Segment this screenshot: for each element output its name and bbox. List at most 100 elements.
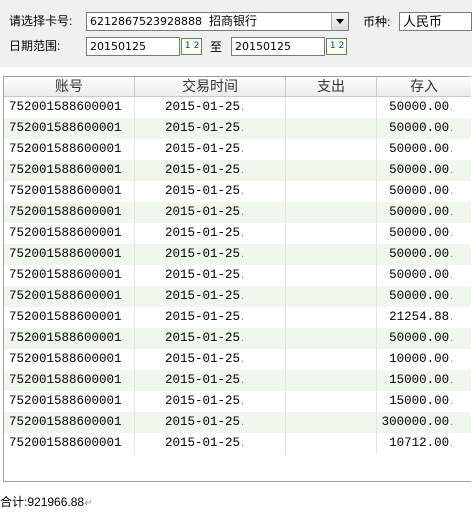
- bank-name: 招商银行: [209, 14, 258, 28]
- deposit-cell: 10000.00.: [377, 349, 471, 370]
- deposit-cell: 50000.00.: [377, 160, 471, 181]
- cell-marker-icon: .: [240, 314, 245, 323]
- table-row[interactable]: 752001588600001 2015-01-25. 50000.00.: [4, 118, 471, 139]
- column-header-expense[interactable]: 支出: [286, 77, 377, 96]
- time-cell: 2015-01-25.: [135, 265, 286, 286]
- account-cell-text: 752001588600001: [9, 184, 122, 198]
- table-row[interactable]: 752001588600001 2015-01-25. 10000.00.: [4, 349, 471, 370]
- expense-cell: [286, 160, 377, 181]
- expense-cell: [286, 265, 377, 286]
- time-cell-text: 2015-01-25: [165, 205, 241, 219]
- cell-marker-icon: .: [240, 398, 245, 407]
- time-cell: 2015-01-25.: [135, 223, 286, 244]
- table-row[interactable]: 752001588600001 2015-01-25. 50000.00.: [4, 265, 471, 286]
- deposit-cell-text: 50000.00: [389, 247, 450, 261]
- account-cell-text: 752001588600001: [9, 142, 122, 156]
- total-label: 合计:: [0, 495, 28, 509]
- deposit-cell: 300000.00.: [377, 412, 471, 433]
- table-row[interactable]: 752001588600001 2015-01-25. 50000.00.: [4, 244, 471, 265]
- deposit-cell: 50000.00.: [377, 181, 471, 202]
- cell-marker-icon: .: [449, 146, 454, 155]
- card-select[interactable]: 6212867523928888 招商银行: [86, 12, 349, 31]
- account-cell: 752001588600001: [4, 433, 135, 454]
- table-row[interactable]: 752001588600001 2015-01-25. 50000.00.: [4, 202, 471, 223]
- deposit-cell-text: 50000.00: [389, 289, 450, 303]
- deposit-cell-text: 300000.00: [381, 415, 450, 429]
- time-cell: 2015-01-25.: [135, 139, 286, 160]
- account-cell-text: 752001588600001: [9, 436, 122, 450]
- cell-marker-icon: .: [240, 335, 245, 344]
- time-cell: 2015-01-25.: [135, 202, 286, 223]
- account-cell-text: 752001588600001: [9, 373, 122, 387]
- table-row[interactable]: 752001588600001 2015-01-25. 50000.00.: [4, 286, 471, 307]
- account-cell: 752001588600001: [4, 370, 135, 391]
- deposit-cell: 15000.00.: [377, 370, 471, 391]
- table-row[interactable]: 752001588600001 2015-01-25. 50000.00.: [4, 328, 471, 349]
- cell-marker-icon: .: [449, 167, 454, 176]
- time-cell-text: 2015-01-25: [165, 331, 241, 345]
- deposit-cell: 50000.00.: [377, 139, 471, 160]
- cell-marker-icon: .: [240, 377, 245, 386]
- account-cell-text: 752001588600001: [9, 394, 122, 408]
- table-row[interactable]: 752001588600001 2015-01-25. 50000.00.: [4, 97, 471, 118]
- expense-cell: [286, 118, 377, 139]
- deposit-cell-text: 10000.00: [389, 352, 450, 366]
- expense-cell: [286, 286, 377, 307]
- column-header-account[interactable]: 账号: [4, 77, 135, 96]
- deposit-cell: 21254.88.: [377, 307, 471, 328]
- date-from-input[interactable]: 20150125: [86, 37, 180, 56]
- dropdown-arrow-icon[interactable]: [331, 13, 348, 30]
- cell-marker-icon: .: [240, 167, 245, 176]
- calendar-icon[interactable]: 1 2: [326, 38, 347, 55]
- account-cell-text: 752001588600001: [9, 352, 122, 366]
- cell-marker-icon: .: [449, 272, 454, 281]
- date-separator: 至: [210, 40, 223, 54]
- table-row[interactable]: 752001588600001 2015-01-25. 10712.00.: [4, 433, 471, 454]
- date-to-input[interactable]: 20150125: [231, 37, 325, 56]
- deposit-cell-text: 50000.00: [389, 121, 450, 135]
- cell-marker-icon: .: [449, 125, 454, 134]
- time-cell: 2015-01-25.: [135, 118, 286, 139]
- currency-select[interactable]: 人民币: [399, 12, 472, 31]
- table-row[interactable]: 752001588600001 2015-01-25. 21254.88.: [4, 307, 471, 328]
- account-cell-text: 752001588600001: [9, 268, 122, 282]
- account-cell: 752001588600001: [4, 349, 135, 370]
- expense-cell: [286, 244, 377, 265]
- table-row[interactable]: 752001588600001 2015-01-25. 50000.00.: [4, 223, 471, 244]
- time-cell-text: 2015-01-25: [165, 121, 241, 135]
- currency-value: 人民币: [403, 14, 443, 29]
- cell-marker-icon: .: [449, 314, 454, 323]
- time-cell-text: 2015-01-25: [165, 394, 241, 408]
- deposit-cell-text: 10712.00: [389, 436, 450, 450]
- filter-panel: 请选择卡号: 6212867523928888 招商银行 币种: 人民币 日期范…: [0, 0, 472, 67]
- account-cell: 752001588600001: [4, 391, 135, 412]
- deposit-cell-text: 21254.88: [389, 310, 450, 324]
- table-row[interactable]: 752001588600001 2015-01-25. 300000.00.: [4, 412, 471, 433]
- deposit-cell: 50000.00.: [377, 223, 471, 244]
- cell-marker-icon: .: [240, 272, 245, 281]
- account-cell: 752001588600001: [4, 118, 135, 139]
- table-row[interactable]: 752001588600001 2015-01-25. 50000.00.: [4, 139, 471, 160]
- time-cell: 2015-01-25.: [135, 412, 286, 433]
- column-header-time[interactable]: 交易时间: [135, 77, 286, 96]
- column-header-deposit[interactable]: 存入: [377, 77, 471, 96]
- table-row[interactable]: 752001588600001 2015-01-25. 50000.00.: [4, 181, 471, 202]
- time-cell-text: 2015-01-25: [165, 184, 241, 198]
- transaction-table: 账号 交易时间 支出 存入 752001588600001 2015-01-25.…: [3, 76, 471, 482]
- time-cell: 2015-01-25.: [135, 97, 286, 118]
- time-cell-text: 2015-01-25: [165, 226, 241, 240]
- return-mark-icon: ↵: [84, 498, 93, 509]
- date-to-value: 20150125: [235, 40, 291, 53]
- expense-cell: [286, 97, 377, 118]
- table-row[interactable]: 752001588600001 2015-01-25. 15000.00.: [4, 391, 471, 412]
- deposit-cell: 15000.00.: [377, 391, 471, 412]
- cell-marker-icon: .: [240, 209, 245, 218]
- time-cell: 2015-01-25.: [135, 181, 286, 202]
- table-row[interactable]: 752001588600001 2015-01-25. 15000.00.: [4, 370, 471, 391]
- calendar-icon[interactable]: 1 2: [181, 38, 202, 55]
- account-cell: 752001588600001: [4, 412, 135, 433]
- cell-marker-icon: .: [240, 125, 245, 134]
- cell-marker-icon: .: [240, 146, 245, 155]
- table-row[interactable]: 752001588600001 2015-01-25. 50000.00.: [4, 160, 471, 181]
- deposit-cell: 50000.00.: [377, 265, 471, 286]
